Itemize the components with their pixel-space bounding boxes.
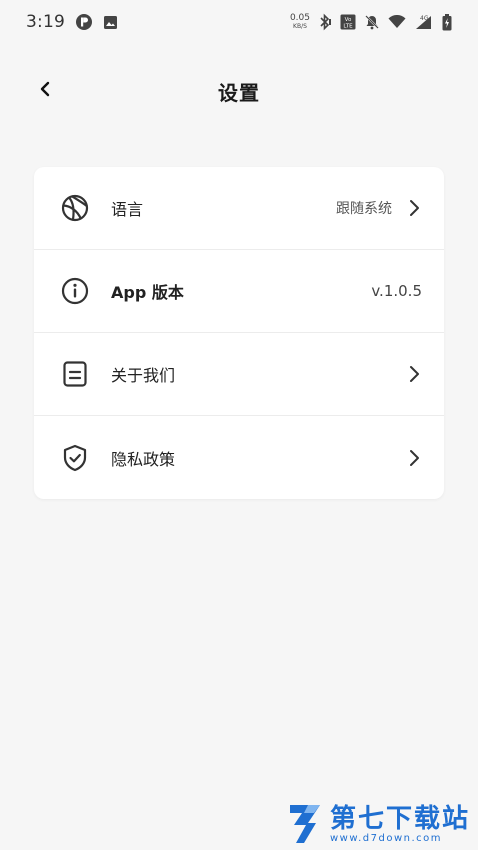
document-icon <box>60 359 90 389</box>
language-value: 跟随系统 <box>336 201 392 217</box>
watermark-title: 第七下载站 <box>329 804 470 834</box>
battery-charging-icon <box>442 13 452 31</box>
app-notification-icon <box>75 13 93 31</box>
shield-check-icon <box>60 443 90 473</box>
chevron-right-icon <box>406 198 422 218</box>
chevron-right-icon <box>406 364 422 384</box>
network-type-label: 4G <box>420 15 429 22</box>
top-app-bar: 设置 <box>0 64 478 118</box>
chevron-right-icon <box>406 448 422 468</box>
image-notification-icon <box>103 15 118 30</box>
version-value: v.1.0.5 <box>371 282 422 300</box>
settings-row-language[interactable]: 语言 跟随系统 <box>34 167 444 250</box>
svg-text:LTE: LTE <box>343 24 353 30</box>
settings-row-label: App 版本 <box>111 283 184 302</box>
watermark-text: 第七下载站 www.d7down.com <box>330 805 470 845</box>
globe-icon <box>60 193 90 223</box>
chevron-left-icon <box>39 81 51 101</box>
net-speed-unit: KB/S <box>293 23 307 30</box>
settings-row-label: 语言 <box>111 200 144 219</box>
notifications-off-icon <box>364 14 380 30</box>
watermark: 第七下载站 www.d7down.com <box>286 802 470 848</box>
settings-row-app-version: App 版本 v.1.0.5 <box>34 250 444 333</box>
svg-text:Vo: Vo <box>345 17 352 23</box>
page-title: 设置 <box>218 80 260 105</box>
status-bar: 3:19 0.05 KB/S Vo LTE 4G <box>0 0 478 44</box>
back-button[interactable] <box>30 76 60 106</box>
net-speed-indicator: 0.05 KB/S <box>289 13 310 31</box>
settings-row-label: 关于我们 <box>111 366 176 385</box>
watermark-logo-icon <box>286 801 326 849</box>
status-time: 3:19 <box>26 12 65 32</box>
wifi-icon <box>388 15 406 29</box>
cellular-signal-icon: 4G <box>414 14 434 30</box>
volte-icon: Vo LTE <box>340 14 356 30</box>
settings-row-label: 隐私政策 <box>111 449 176 469</box>
net-speed-value: 0.05 <box>289 13 310 23</box>
info-icon <box>60 276 90 306</box>
settings-row-about-us[interactable]: 关于我们 <box>34 333 444 416</box>
bluetooth-icon <box>318 13 332 31</box>
status-left: 3:19 <box>26 12 118 32</box>
settings-card: 语言 跟随系统 App 版本 v.1.0.5 关于我们 隐私政策 <box>34 167 444 499</box>
status-right: 0.05 KB/S Vo LTE 4G <box>290 13 452 31</box>
settings-row-privacy-policy[interactable]: 隐私政策 <box>34 416 444 499</box>
watermark-url: www.d7down.com <box>329 833 443 844</box>
